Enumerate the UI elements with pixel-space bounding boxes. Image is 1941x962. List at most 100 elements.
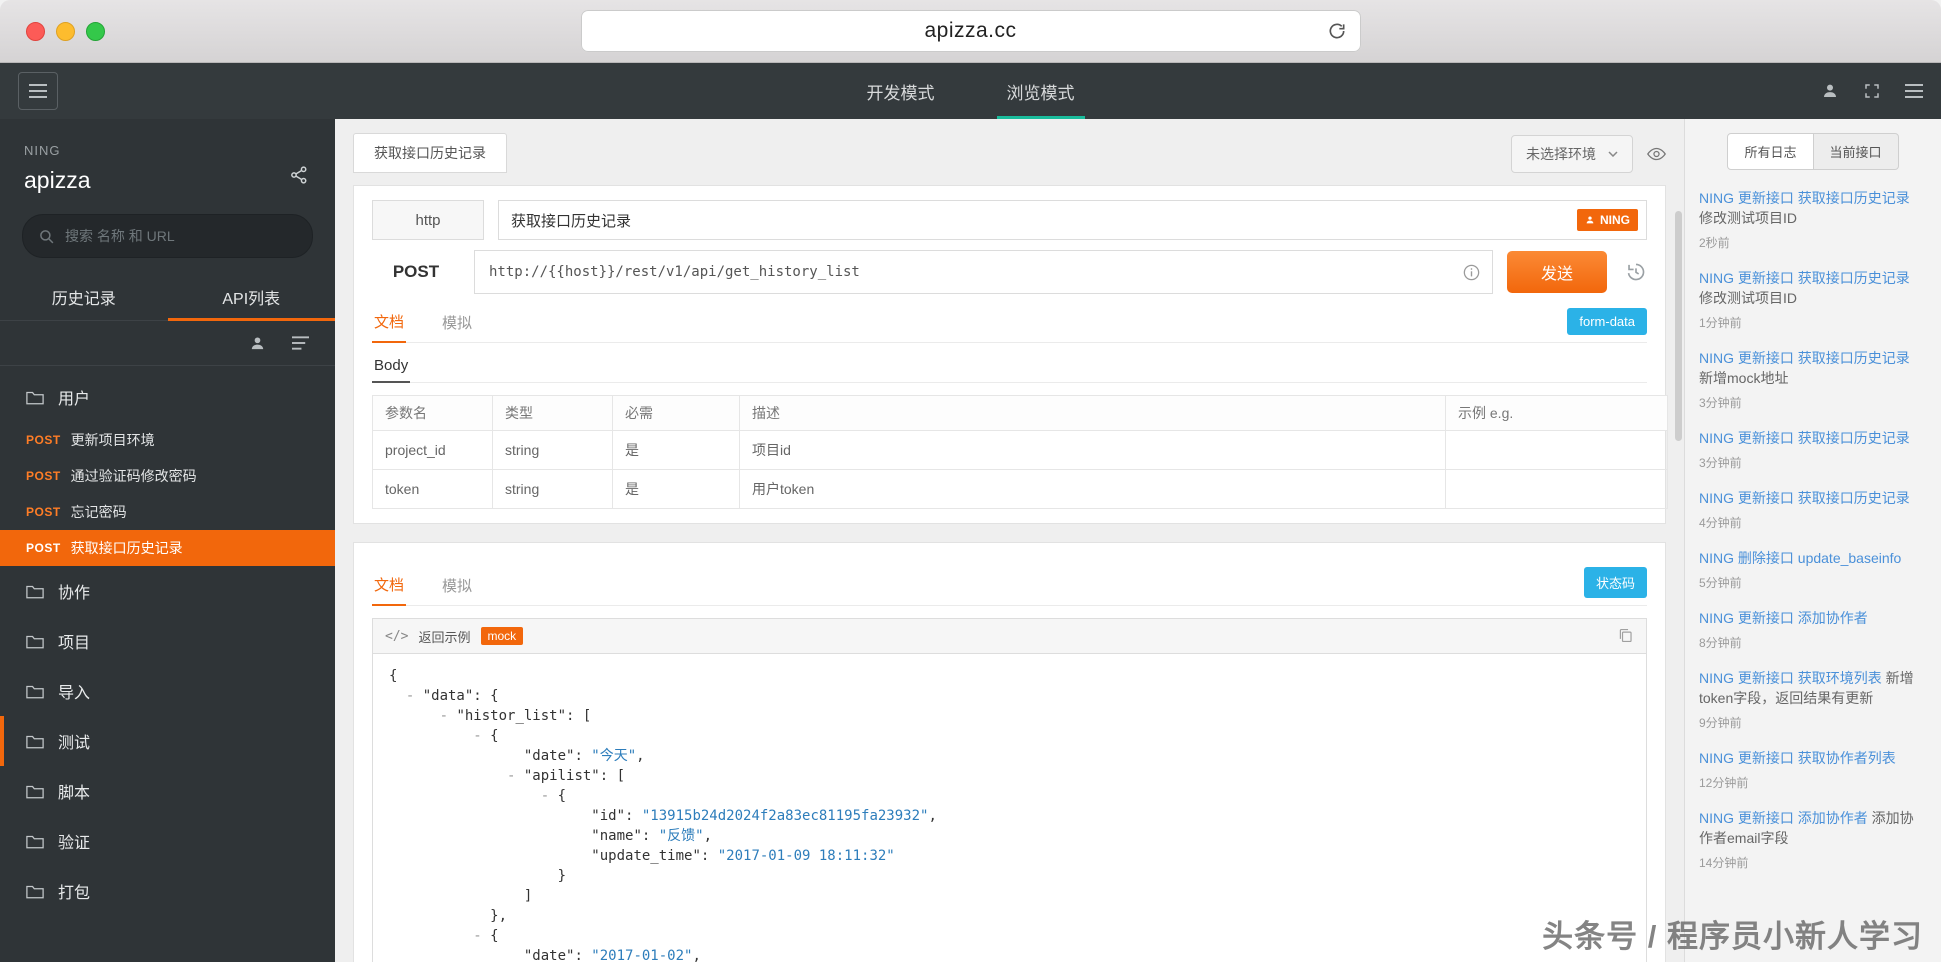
collapse-toggle[interactable]: - — [473, 728, 490, 744]
log-filter-tabs: 所有日志 当前接口 — [1699, 133, 1927, 170]
sidebar-api-item[interactable]: POST 获取接口历史记录 — [0, 530, 335, 566]
method-select[interactable]: POST — [372, 262, 460, 282]
folder-icon — [26, 584, 44, 599]
window-minimize-button[interactable] — [56, 21, 75, 41]
log-link[interactable]: NING 更新接口 获取协作者列表 — [1699, 750, 1896, 766]
log-text: NING 更新接口 添加协作者 添加协作者email字段 — [1699, 808, 1927, 848]
method-badge: POST — [26, 541, 61, 555]
log-link[interactable]: NING 更新接口 获取环境列表 — [1699, 670, 1882, 686]
param-required-cell: 是 — [612, 430, 740, 470]
sidebar-folder-item[interactable]: 用户 — [0, 372, 335, 422]
log-link[interactable]: NING 更新接口 添加协作者 — [1699, 610, 1868, 626]
window-controls — [26, 0, 105, 62]
collapse-toggle[interactable]: - — [507, 768, 524, 784]
collapse-toggle[interactable]: - — [473, 928, 490, 944]
log-link[interactable]: NING 更新接口 添加协作者 — [1699, 810, 1868, 826]
user-icon[interactable] — [1821, 82, 1839, 100]
log-link[interactable]: NING 更新接口 获取接口历史记录 — [1699, 350, 1910, 366]
environment-select[interactable]: 未选择环境 — [1511, 135, 1633, 173]
tab-api-list[interactable]: API列表 — [167, 274, 336, 321]
collapse-toggle[interactable]: - — [440, 708, 457, 724]
response-example-box: </> 返回示例 mock { - "data": { - "histor_li… — [372, 618, 1647, 962]
tab-response-mock[interactable]: 模拟 — [440, 575, 474, 605]
url-input[interactable] — [487, 263, 1463, 281]
sidebar-api-item[interactable]: POST 更新项目环境 — [0, 422, 335, 458]
json-token: "13915b24d2024f2a83ec81195fa23932" — [641, 808, 929, 824]
sidebar-folder-item[interactable]: 测试 — [0, 716, 335, 766]
form-data-button[interactable]: form-data — [1567, 308, 1647, 335]
method-badge: POST — [26, 505, 61, 519]
log-timestamp: 3分钟前 — [1699, 396, 1742, 410]
tab-history[interactable]: 历史记录 — [0, 274, 168, 320]
item-label: 更新项目环境 — [70, 432, 155, 448]
send-button[interactable]: 发送 — [1507, 251, 1607, 293]
log-text: NING 更新接口 获取接口历史记录 — [1699, 488, 1927, 508]
list-icon[interactable] — [292, 336, 309, 350]
window-close-button[interactable] — [26, 21, 45, 41]
log-item: NING 更新接口 获取接口历史记录 3分钟前 — [1699, 428, 1927, 471]
sidebar-folder-item[interactable]: 验证 — [0, 816, 335, 866]
log-link[interactable]: NING 更新接口 获取接口历史记录 — [1699, 190, 1910, 206]
info-icon[interactable] — [1463, 264, 1480, 281]
log-note: 修改测试项目ID — [1699, 290, 1797, 306]
item-label: 通过验证码修改密码 — [70, 468, 197, 484]
tab-current-api[interactable]: 当前接口 — [1812, 133, 1899, 170]
code-line: "date": "今天", — [389, 746, 1630, 766]
sidebar-folder-item[interactable]: 项目 — [0, 616, 335, 666]
body-tab[interactable]: Body — [372, 353, 411, 383]
log-link[interactable]: NING 更新接口 获取接口历史记录 — [1699, 490, 1910, 506]
item-label: 获取接口历史记录 — [70, 540, 183, 556]
browser-chrome: apizza.cc — [0, 0, 1941, 63]
sidebar-api-item[interactable]: POST 忘记密码 — [0, 494, 335, 530]
request-history-icon[interactable] — [1625, 261, 1647, 283]
protocol-select[interactable]: http — [372, 200, 484, 240]
sidebar-folder-item[interactable]: 脚本 — [0, 766, 335, 816]
log-item: NING 更新接口 添加协作者 8分钟前 — [1699, 608, 1927, 651]
log-link[interactable]: NING 更新接口 获取接口历史记录 — [1699, 430, 1910, 446]
tab-request-mock[interactable]: 模拟 — [440, 312, 474, 342]
api-name-input[interactable] — [501, 211, 1577, 229]
collapse-toggle[interactable]: - — [541, 788, 558, 804]
table-row: project_id string 是项目id — [372, 430, 1668, 470]
log-link[interactable]: NING 更新接口 获取接口历史记录 — [1699, 270, 1910, 286]
reload-icon[interactable] — [1327, 21, 1347, 46]
tab-browse-mode[interactable]: 浏览模式 — [996, 63, 1085, 119]
code-line: "id": "13915b24d2024f2a83ec81195fa23932"… — [389, 806, 1630, 826]
main-scrollbar[interactable] — [1675, 211, 1682, 441]
tab-all-logs[interactable]: 所有日志 — [1727, 133, 1814, 170]
sidebar-folder-item[interactable]: 打包 — [0, 866, 335, 916]
status-code-button[interactable]: 状态码 — [1583, 567, 1647, 598]
json-token: : — [574, 948, 592, 962]
left-sidebar: NING apizza 历史记录 API列表 — [0, 119, 335, 962]
address-bar[interactable]: apizza.cc — [580, 10, 1361, 52]
sidebar-toggle-button[interactable] — [18, 72, 58, 110]
open-api-tab[interactable]: 获取接口历史记录 — [353, 133, 507, 173]
sidebar-folder-item[interactable]: 协作 — [0, 566, 335, 616]
log-link[interactable]: NING 删除接口 update_baseinfo — [1699, 550, 1901, 566]
collapse-toggle[interactable]: - — [406, 688, 423, 704]
member-icon[interactable] — [249, 335, 266, 352]
sidebar-folder-item[interactable]: 导入 — [0, 666, 335, 716]
json-token: } — [557, 868, 567, 884]
json-token: "date" — [523, 948, 575, 962]
eye-icon[interactable] — [1647, 147, 1666, 161]
right-sidebar: 所有日志 当前接口 NING 更新接口 获取接口历史记录 修改测试项目ID 2秒前… — [1684, 119, 1941, 962]
tab-dev-mode[interactable]: 开发模式 — [857, 63, 945, 119]
window-zoom-button[interactable] — [86, 21, 105, 41]
search-input[interactable] — [63, 227, 296, 245]
main-content: 获取接口历史记录 未选择环境 http 获取接口历史记录 NING POST h… — [335, 119, 1684, 962]
tab-request-doc[interactable]: 文档 — [372, 311, 407, 343]
tab-response-doc[interactable]: 文档 — [372, 574, 407, 606]
folder-icon — [26, 884, 44, 899]
menu-icon[interactable] — [1905, 84, 1923, 98]
fullscreen-icon[interactable] — [1863, 82, 1881, 100]
folder-icon — [26, 634, 44, 649]
json-token: "histor_list" — [456, 708, 567, 724]
share-icon[interactable] — [289, 165, 309, 190]
copy-icon[interactable] — [1617, 627, 1634, 649]
item-label: 忘记密码 — [70, 504, 127, 520]
sidebar-api-item[interactable]: POST 通过验证码修改密码 — [0, 458, 335, 494]
item-label: 用户 — [58, 391, 91, 408]
item-label: 测试 — [58, 735, 91, 752]
